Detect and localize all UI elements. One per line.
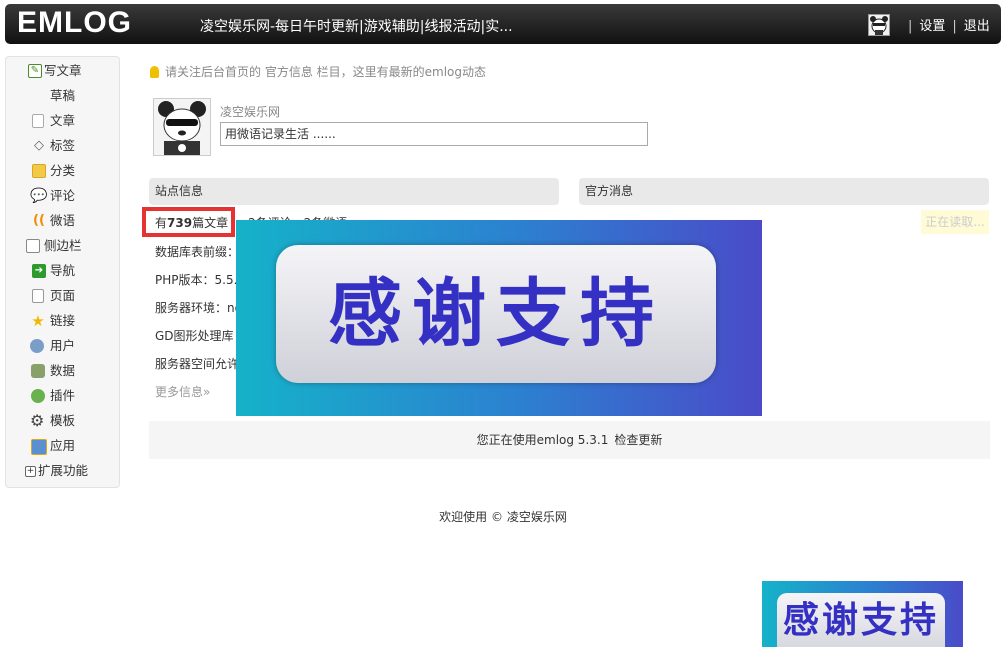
- footer-prefix: 欢迎使用 ©: [439, 510, 503, 524]
- tip-message: 请关注后台首页的 官方信息 栏目，这里有最新的emlog动态: [150, 63, 486, 80]
- top-header: EMLOG 凌空娱乐网-每日午时更新|游戏辅助|线报活动|实... | 设置 | 退出: [5, 4, 1001, 44]
- document-icon: [32, 114, 44, 128]
- sidebar-item-write[interactable]: ✎ 写文章: [6, 59, 119, 83]
- panda-avatar-icon: [154, 99, 210, 155]
- panda-avatar-icon: [869, 15, 889, 35]
- footer: 欢迎使用 © 凌空娱乐网: [0, 508, 1006, 525]
- thanks-banner-small-text: 感谢支持: [777, 593, 945, 647]
- star-icon: ★: [31, 312, 45, 330]
- emlog-logo[interactable]: EMLOG: [17, 6, 132, 40]
- check-update-link[interactable]: 检查更新: [614, 433, 662, 447]
- edit-icon: ✎: [28, 64, 42, 78]
- version-text: 您正在使用emlog 5.3.1: [476, 433, 609, 447]
- sidebar-item-templates[interactable]: ⚙ 模板: [6, 409, 119, 433]
- lightbulb-icon: [150, 66, 159, 78]
- sidebar-item-extensions[interactable]: + 扩展功能: [6, 459, 119, 483]
- user-name: 凌空娱乐网: [220, 105, 281, 119]
- settings-link[interactable]: 设置: [919, 19, 945, 34]
- official-news-header: 官方消息: [579, 178, 989, 205]
- sidebar-icon: [26, 239, 40, 253]
- sidebar-item-draft[interactable]: 草稿: [6, 84, 119, 108]
- sidebar-item-articles[interactable]: 文章: [6, 109, 119, 133]
- sidebar-item-plugins[interactable]: 插件: [6, 384, 119, 408]
- sidebar-item-twitter[interactable]: (( 微语: [6, 209, 119, 233]
- user-avatar[interactable]: [153, 98, 211, 156]
- article-count: 有739篇文章: [155, 216, 229, 230]
- gd-library-info: GD图形处理库: [155, 329, 234, 343]
- gear-icon: ⚙: [30, 411, 45, 430]
- header-links: | 设置 | 退出: [908, 19, 990, 34]
- users-icon: [30, 339, 44, 353]
- footer-site-link[interactable]: 凌空娱乐网: [507, 510, 567, 524]
- database-icon: [31, 364, 45, 378]
- site-info-header: 站点信息: [149, 178, 559, 205]
- sidebar-item-links[interactable]: ★ 链接: [6, 309, 119, 333]
- grid-icon: [32, 164, 46, 178]
- logout-link[interactable]: 退出: [964, 19, 990, 34]
- site-title-link[interactable]: 凌空娱乐网-每日午时更新|游戏辅助|线报活动|实...: [200, 16, 513, 36]
- db-prefix-info: 数据库表前缀：: [155, 245, 240, 259]
- sidebar-item-categories[interactable]: 分类: [6, 159, 119, 183]
- server-space-info: 服务器空间允许: [155, 357, 240, 371]
- app-icon: [31, 439, 47, 455]
- version-bar: 您正在使用emlog 5.3.1 检查更新: [149, 421, 990, 459]
- php-version-info: PHP版本：5.5.: [155, 273, 238, 287]
- thanks-banner-text: 感谢支持: [276, 245, 716, 383]
- sidebar-item-pages[interactable]: 页面: [6, 284, 119, 308]
- sidebar-item-widgets[interactable]: 侧边栏: [6, 234, 119, 258]
- more-info-link[interactable]: 更多信息»: [155, 383, 210, 400]
- sidebar-item-navigation[interactable]: ➔ 导航: [6, 259, 119, 283]
- arrow-right-icon: ➔: [32, 264, 46, 278]
- sidebar-menu: ✎ 写文章 草稿 文章 ◇ 标签 分类 💬 评论 (( 微语 侧边栏 ➔ 导航 …: [5, 56, 120, 488]
- tag-icon: ◇: [34, 138, 44, 153]
- sidebar-item-apps[interactable]: 应用: [6, 434, 119, 458]
- sidebar-item-comments[interactable]: 💬 评论: [6, 184, 119, 208]
- twitter-input[interactable]: 用微语记录生活 ......: [220, 122, 648, 146]
- header-avatar[interactable]: [868, 14, 890, 36]
- sidebar-item-users[interactable]: 用户: [6, 334, 119, 358]
- sidebar-item-data[interactable]: 数据: [6, 359, 119, 383]
- sidebar-item-tags[interactable]: ◇ 标签: [6, 134, 119, 158]
- wave-icon: ((: [33, 213, 45, 228]
- server-env-info: 服务器环境：ng: [155, 301, 243, 315]
- plugin-icon: [31, 389, 45, 403]
- comment-icon: 💬: [30, 188, 48, 204]
- plus-box-icon: +: [25, 466, 36, 477]
- thanks-banner-small: 感谢支持: [762, 581, 963, 647]
- loading-indicator: 正在读取...: [921, 210, 989, 234]
- thanks-banner: 感谢支持: [236, 220, 762, 416]
- page-icon: [32, 289, 44, 303]
